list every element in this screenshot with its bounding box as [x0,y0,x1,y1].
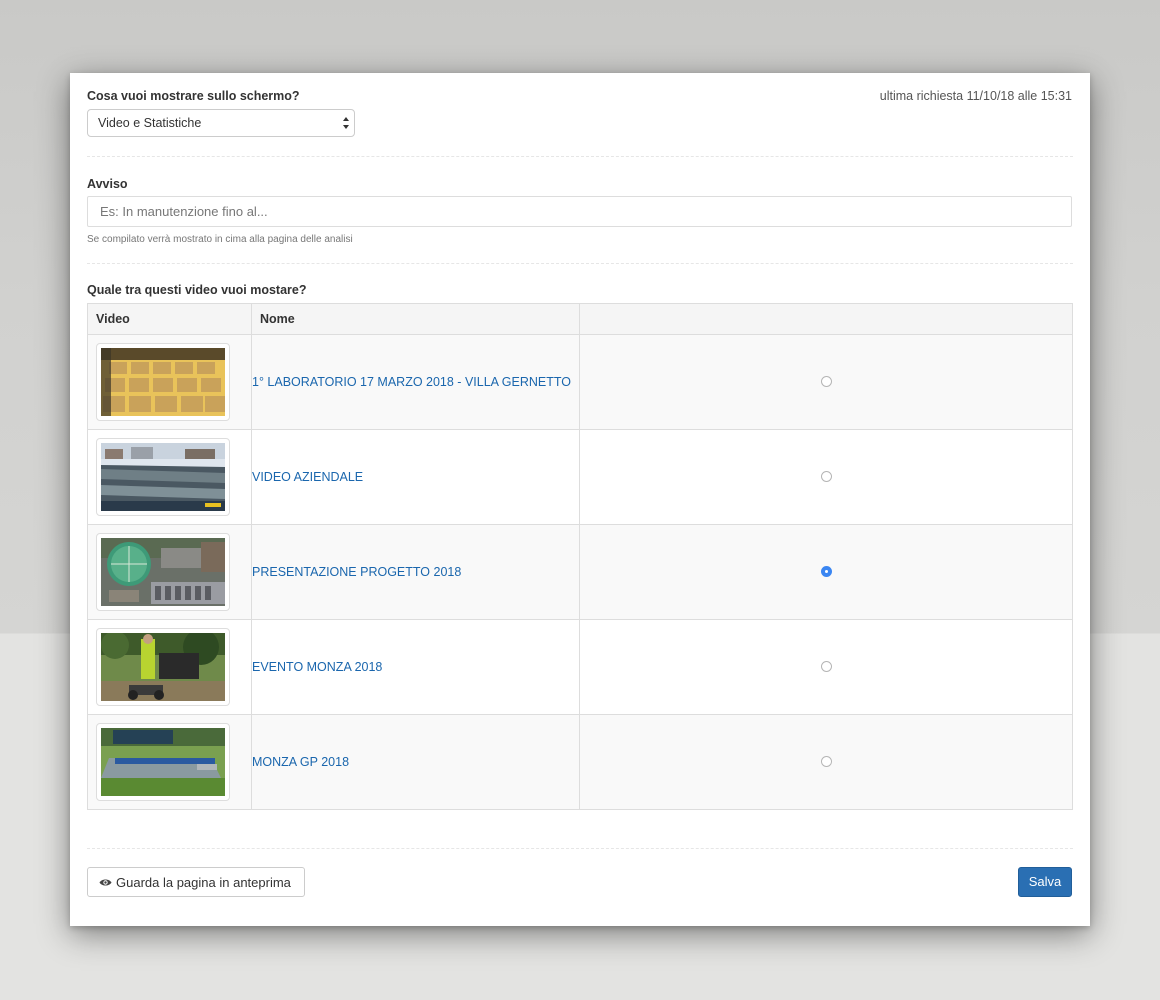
video-thumbnail-cell [87,334,252,430]
video-name[interactable]: 1° LABORATORIO 17 MARZO 2018 - VILLA GER… [251,334,580,430]
video-select-cell [579,524,1073,620]
video-name[interactable]: EVENTO MONZA 2018 [251,619,580,715]
notice-input[interactable]: Es: In manutenzione fino al... [87,196,1072,227]
eye-icon [99,879,112,885]
section-divider [87,263,1073,264]
column-header-video: Video [87,303,252,335]
video-name[interactable]: MONZA GP 2018 [251,714,580,810]
video-radio[interactable] [820,471,832,482]
aerial-plant-thumbnail [101,538,225,606]
video-thumbnail[interactable] [96,723,230,801]
table-row: VIDEO AZIENDALE [87,429,1073,525]
table-row: EVENTO MONZA 2018 [87,619,1073,715]
video-radio[interactable] [820,376,832,387]
select-arrows-icon [343,117,349,129]
save-button[interactable]: Salva [1018,867,1072,897]
video-thumbnail-cell [87,714,252,810]
video-select-cell [579,429,1073,525]
video-thumbnail[interactable] [96,343,230,421]
video-thumbnail[interactable] [96,438,230,516]
field-worker-thumbnail [101,633,225,701]
preview-button[interactable]: Guarda la pagina in anteprima [87,867,305,897]
preview-button-label: Guarda la pagina in anteprima [116,874,291,890]
video-radio[interactable] [820,661,832,672]
notice-label: Avviso [87,177,128,191]
column-header-name: Nome [251,303,580,335]
settings-panel: Cosa vuoi mostrare sullo schermo? ultima… [70,73,1090,926]
video-thumbnail-cell [87,524,252,620]
table-row: PRESENTAZIONE PROGETTO 2018 [87,524,1073,620]
food-tray-thumbnail [101,348,225,416]
table-row: 1° LABORATORIO 17 MARZO 2018 - VILLA GER… [87,334,1073,430]
section-divider [87,156,1073,157]
video-select-cell [579,619,1073,715]
video-select-cell [579,714,1073,810]
video-thumbnail[interactable] [96,533,230,611]
video-name[interactable]: PRESENTAZIONE PROGETTO 2018 [251,524,580,620]
video-thumbnail[interactable] [96,628,230,706]
basin-thumbnail [101,728,225,796]
notice-help-text: Se compilato verrà mostrato in cima alla… [87,234,353,245]
screen-question-label: Cosa vuoi mostrare sullo schermo? [87,89,300,103]
video-radio-selected[interactable] [820,566,832,577]
table-header-row: Video Nome [87,303,1073,335]
section-divider [87,848,1073,849]
video-name[interactable]: VIDEO AZIENDALE [251,429,580,525]
video-select-cell [579,334,1073,430]
last-request-timestamp: ultima richiesta 11/10/18 alle 15:31 [879,89,1072,103]
treatment-plant-thumbnail [101,443,225,511]
video-question-label: Quale tra questi video vuoi mostare? [87,283,307,297]
table-row: MONZA GP 2018 [87,714,1073,810]
video-thumbnail-cell [87,619,252,715]
column-header-select [579,303,1073,335]
video-radio[interactable] [820,756,832,767]
screen-content-select[interactable]: Video e Statistiche [87,109,355,137]
video-thumbnail-cell [87,429,252,525]
screen-content-select-value: Video e Statistiche [98,116,202,130]
video-table: Video Nome 1° LABORATORIO 17 MARZO 2018 … [87,303,1073,810]
